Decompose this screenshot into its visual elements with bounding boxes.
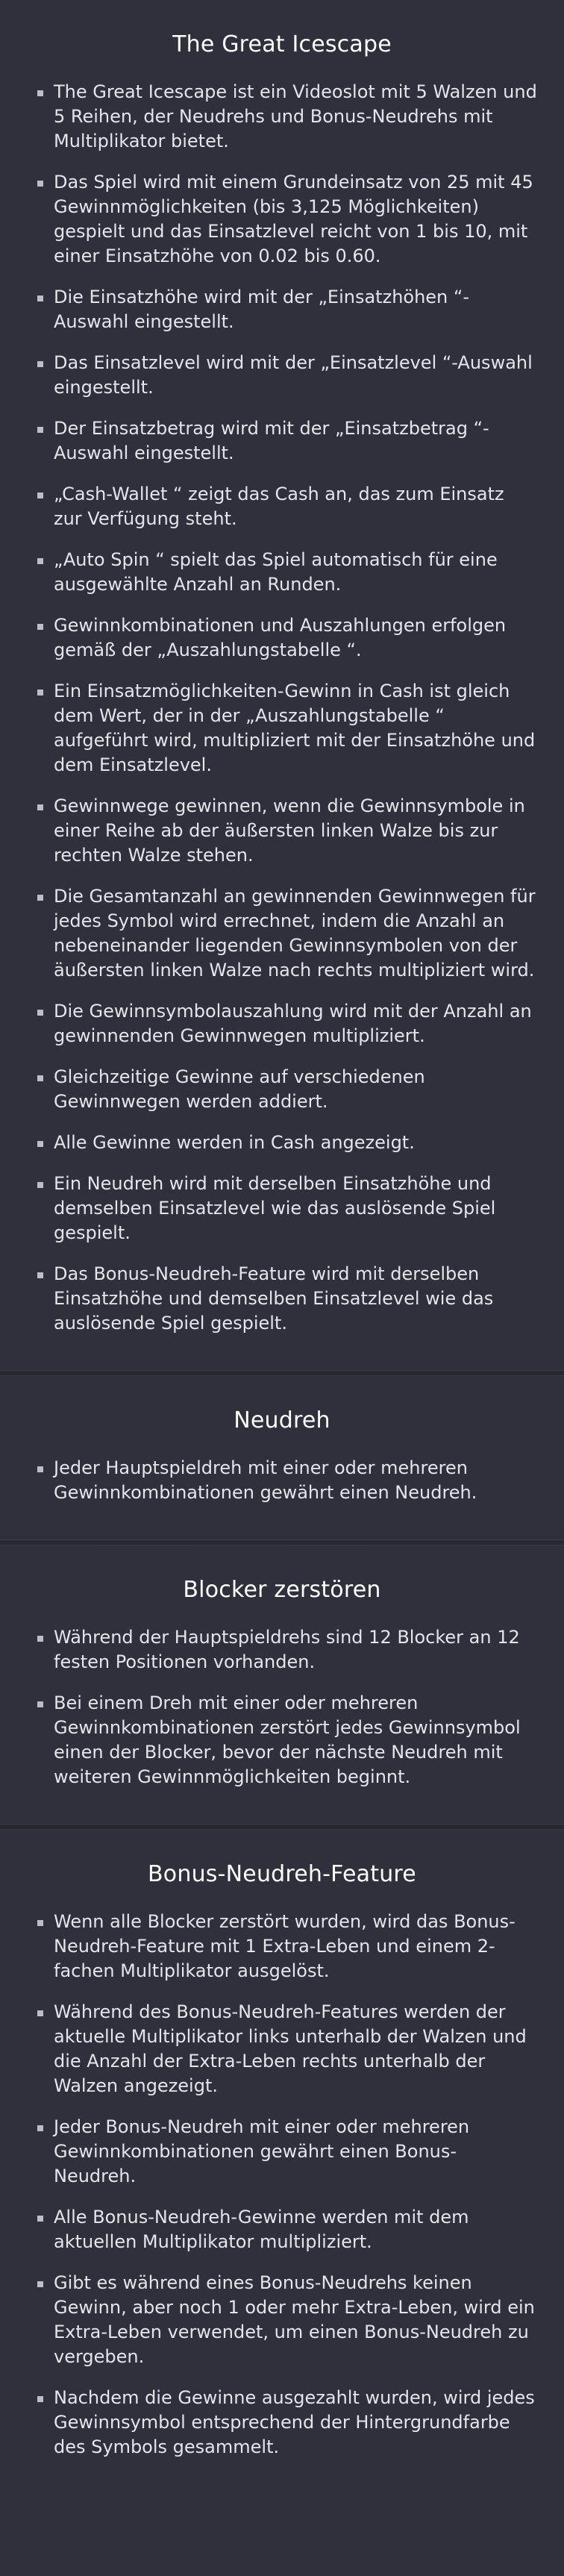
list-item: Jeder Hauptspieldreh mit einer oder mehr… (37, 1456, 537, 1505)
section-title: Blocker zerstören (183, 1577, 381, 1603)
list-item: Der Einsatzbetrag wird mit der „Einsatzb… (37, 416, 537, 466)
section-title: Bonus-Neudreh-Feature (148, 1861, 416, 1887)
list-item: Jeder Bonus-Neudreh mit einer oder mehre… (37, 2115, 537, 2189)
list-item: Das Einsatzlevel wird mit der „Einsatzle… (37, 351, 537, 400)
list-item: „Auto Spin “ spielt das Spiel automatisc… (37, 548, 537, 597)
list-item: Gewinnwege gewinnen, wenn die Gewinnsymb… (37, 794, 537, 868)
list-item: Das Bonus-Neudreh-Feature wird mit derse… (37, 1262, 537, 1336)
section-neudreh: Neudreh Jeder Hauptspieldreh mit einer o… (0, 1376, 564, 1539)
section-the-great-icescape: The Great Icescape The Great Icescape is… (0, 0, 564, 1370)
rules-list: The Great Icescape ist ein Videoslot mit… (0, 80, 564, 1336)
list-item: Ein Neudreh wird mit derselben Einsatzhö… (37, 1172, 537, 1245)
list-item: Gibt es während eines Bonus-Neudrehs kei… (37, 2271, 537, 2369)
list-item: Während des Bonus-Neudreh-Features werde… (37, 2000, 537, 2098)
section-bonus-neudreh-feature: Bonus-Neudreh-Feature Wenn alle Blocker … (0, 1830, 564, 2494)
list-item: Die Gesamtanzahl an gewinnenden Gewinnwe… (37, 884, 537, 983)
list-item: Die Einsatzhöhe wird mit der „Einsatzhöh… (37, 285, 537, 334)
list-item: Bei einem Dreh mit einer oder mehreren G… (37, 1691, 537, 1789)
section-divider (0, 1370, 564, 1376)
list-item: Ein Einsatzmöglichkeiten-Gewinn in Cash … (37, 679, 537, 778)
list-item: The Great Icescape ist ein Videoslot mit… (37, 80, 537, 154)
game-rules-page: The Great Icescape The Great Icescape is… (0, 0, 564, 2576)
list-item: Während der Hauptspieldrehs sind 12 Bloc… (37, 1625, 537, 1675)
list-item: „Cash-Wallet “ zeigt das Cash an, das zu… (37, 482, 537, 531)
list-item: Das Spiel wird mit einem Grundeinsatz vo… (37, 170, 537, 269)
list-item: Gewinnkombinationen und Auszahlungen erf… (37, 613, 537, 663)
section-divider (0, 1824, 564, 1830)
section-title: The Great Icescape (172, 31, 392, 57)
section-title: Neudreh (234, 1407, 330, 1434)
list-item: Alle Gewinne werden in Cash angezeigt. (37, 1131, 537, 1155)
list-item: Wenn alle Blocker zerstört wurden, wird … (37, 1910, 537, 1983)
section-blocker-zerstoeren: Blocker zerstören Während der Hauptspiel… (0, 1545, 564, 1824)
rules-list: Wenn alle Blocker zerstört wurden, wird … (0, 1910, 564, 2460)
list-item: Nachdem die Gewinne ausgezahlt wurden, w… (37, 2386, 537, 2460)
list-item: Alle Bonus-Neudreh-Gewinne werden mit de… (37, 2205, 537, 2254)
list-item: Gleichzeitige Gewinne auf verschiedenen … (37, 1065, 537, 1114)
list-item: Die Gewinnsymbolauszahlung wird mit der … (37, 999, 537, 1048)
rules-list: Jeder Hauptspieldreh mit einer oder mehr… (0, 1456, 564, 1505)
section-divider (0, 1539, 564, 1545)
rules-list: Während der Hauptspieldrehs sind 12 Bloc… (0, 1625, 564, 1789)
